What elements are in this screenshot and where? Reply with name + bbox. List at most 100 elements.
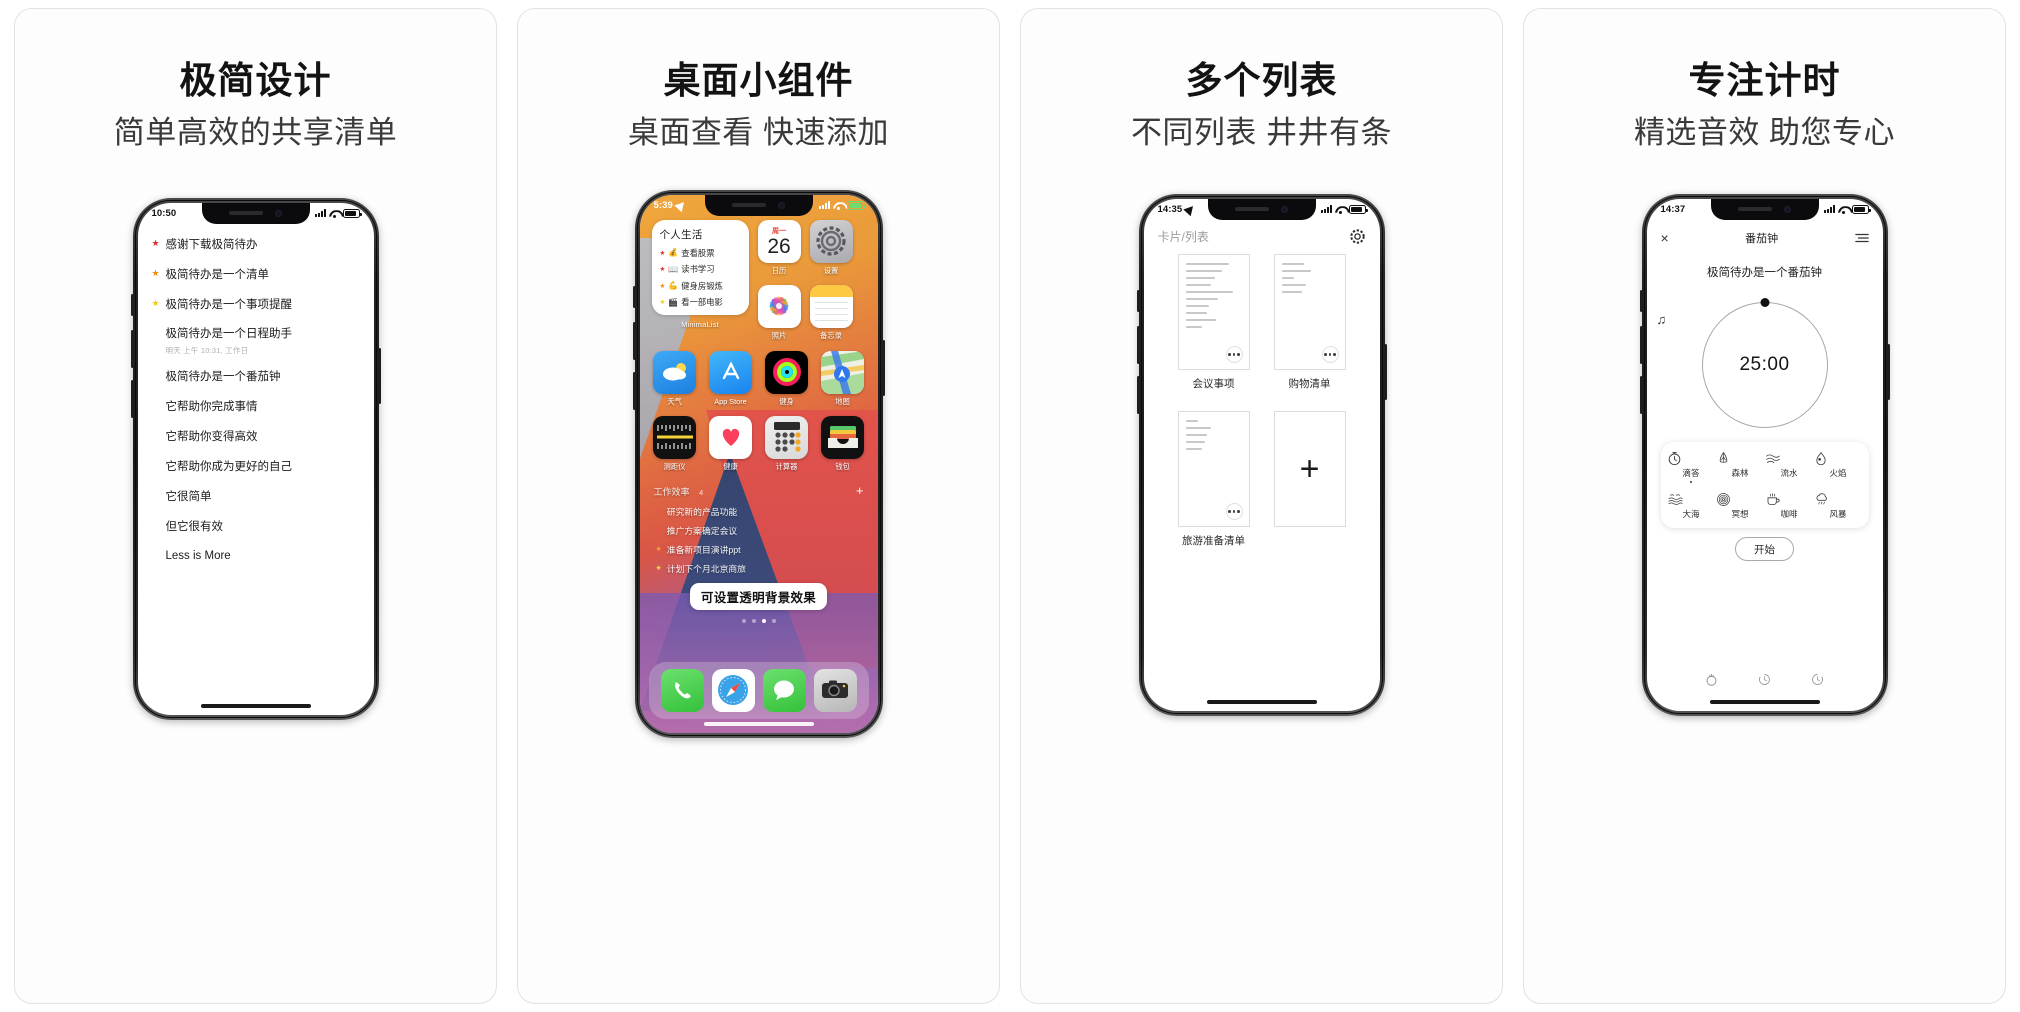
list-item[interactable]: ★ 极简待办是一个事项提醒 — [138, 295, 374, 314]
app-label: 测距仪 — [663, 461, 686, 471]
sound-option-stream[interactable]: 流水 — [1765, 451, 1814, 484]
view-switcher[interactable]: 卡片/列表 — [1158, 228, 1209, 245]
list-item[interactable]: ★ 但它很有效 — [138, 517, 374, 536]
list-item[interactable]: ★ 研究新的产品功能 — [652, 505, 866, 518]
wifi-icon — [1838, 205, 1849, 215]
close-icon[interactable]: × — [1661, 230, 1669, 246]
page-dots[interactable] — [652, 618, 866, 623]
more-options-icon[interactable] — [1225, 502, 1243, 520]
start-button[interactable]: 开始 — [1735, 537, 1794, 562]
camera-app-icon[interactable] — [813, 668, 857, 712]
sound-option-forest[interactable]: 森林 — [1716, 451, 1765, 484]
appstore-icon — [709, 350, 752, 394]
list-item[interactable]: ★ 准备新项目演讲ppt — [652, 543, 866, 556]
widget-item[interactable]: ★ 💪 健身房锻炼 — [660, 280, 741, 292]
sound-option-ticking[interactable]: 滴答 — [1667, 451, 1716, 484]
sound-option-meditation[interactable]: 冥想 — [1716, 492, 1765, 520]
timer-knob[interactable] — [1760, 298, 1769, 308]
app-label: 健康 — [723, 461, 738, 471]
add-icon[interactable]: + — [856, 484, 864, 497]
list-item[interactable]: ★ 极简待办是一个日程助手 明天 上午 10:31, 工作日 — [138, 324, 374, 356]
app-icon-calculator[interactable]: 计算器 — [765, 415, 808, 472]
star-icon: ★ — [659, 249, 666, 257]
list-item[interactable]: ★ 它很简单 — [138, 487, 374, 506]
widget-item[interactable]: ★ 💰 查看股票 — [660, 247, 741, 259]
tab-list[interactable]: 列表 — [1185, 230, 1209, 244]
card-preview[interactable] — [1177, 253, 1250, 370]
app-icon-fitness[interactable]: 健身 — [765, 350, 808, 407]
minimalist-widget[interactable]: 个人生活 ★ 💰 查看股票 ★ 📖 读书学习 ★ 💪 健身房锻炼 ★ 🎬 看一部… — [651, 219, 749, 316]
home-screen: 个人生活 ★ 💰 查看股票 ★ 📖 读书学习 ★ 💪 健身房锻炼 ★ 🎬 看一部… — [640, 216, 878, 623]
calculator-icon — [765, 415, 808, 459]
home-indicator[interactable] — [703, 721, 814, 726]
card-preview[interactable] — [1177, 410, 1250, 527]
messages-app-icon[interactable] — [762, 668, 806, 712]
safari-app-icon[interactable] — [711, 668, 755, 712]
clock-ccw-icon[interactable] — [1757, 672, 1772, 687]
list-card[interactable]: 购物清单 — [1273, 253, 1346, 391]
list-item[interactable]: ★ 感谢下载极简待办 — [138, 235, 374, 254]
widget-row: 个人生活 ★ 💰 查看股票 ★ 📖 读书学习 ★ 💪 健身房锻炼 ★ 🎬 看一部… — [651, 219, 866, 341]
app-icon-health[interactable]: 健康 — [709, 415, 752, 472]
star-icon: ★ — [655, 508, 662, 516]
list-item[interactable]: ★ 推广方案确定会议 — [652, 524, 866, 537]
app-icon-measure[interactable]: 测距仪 — [653, 415, 696, 472]
list-item[interactable]: ★ 极简待办是一个番茄钟 — [138, 367, 374, 386]
todo-text: 极简待办是一个番茄钟 — [165, 371, 281, 384]
phone-screen-3: 14:35 卡片/列表 会议事项 购物清单 旅游准备清单 + — [1143, 198, 1380, 711]
home-indicator[interactable] — [1709, 699, 1820, 704]
app-icon-wallet[interactable]: 钱包 — [821, 415, 864, 472]
phone-app-icon[interactable] — [660, 668, 704, 712]
tomato-icon[interactable] — [1704, 672, 1719, 687]
list-item[interactable]: ★ 计划下个月北京商旅 — [652, 562, 866, 575]
app-icon-notes[interactable]: 备忘录 — [809, 284, 853, 341]
tab-cards[interactable]: 卡片 — [1158, 230, 1182, 244]
history-icon[interactable] — [1810, 672, 1825, 687]
timer-dial[interactable]: 25:00 — [1701, 298, 1828, 428]
list-item[interactable]: ★ 极简待办是一个清单 — [138, 265, 374, 284]
app-label: 天气 — [667, 396, 682, 406]
coffee-cup-icon — [1765, 492, 1814, 507]
home-indicator[interactable] — [1206, 699, 1317, 704]
todo-list[interactable]: ★ 感谢下载极简待办 ★ 极简待办是一个清单 ★ 极简待办是一个事项提醒 ★ — [138, 224, 374, 565]
star-icon[interactable]: ★ — [152, 265, 161, 281]
sound-option-fire[interactable]: 火焰 — [1814, 451, 1863, 484]
app-icon-settings[interactable]: 设置 — [809, 219, 853, 276]
card-preview[interactable] — [1273, 253, 1346, 370]
list-item[interactable]: ★ 它帮助你完成事情 — [138, 397, 374, 416]
list-icon[interactable] — [1854, 232, 1869, 244]
sound-option-storm[interactable]: 风暴 — [1814, 492, 1863, 520]
more-options-icon[interactable] — [1225, 345, 1243, 363]
home-indicator[interactable] — [200, 703, 311, 708]
sound-option-coffee[interactable]: 咖啡 — [1765, 492, 1814, 520]
star-icon[interactable]: ★ — [152, 295, 161, 311]
app-icon-maps[interactable]: 地图 — [821, 350, 864, 407]
widget-item[interactable]: ★ 🎬 看一部电影 — [660, 296, 741, 308]
sound-option-ocean[interactable]: 大海 — [1667, 492, 1716, 520]
app-icon-calendar[interactable]: 周一 26 日历 — [757, 219, 801, 276]
gear-icon[interactable] — [1349, 228, 1366, 245]
transparent-widget-list[interactable]: ★ 研究新的产品功能 ★ 推广方案确定会议 ★ 准备新项目演讲ppt ★ 计划下… — [652, 505, 866, 575]
more-options-icon[interactable] — [1321, 345, 1339, 363]
star-icon[interactable]: ★ — [152, 235, 161, 251]
fitness-rings-icon — [765, 350, 808, 394]
app-icon-weather[interactable]: 天气 — [653, 350, 696, 407]
list-item[interactable]: ★ Less is More — [138, 546, 374, 565]
list-card[interactable]: 会议事项 — [1177, 253, 1250, 391]
add-list-card[interactable]: + — [1273, 410, 1346, 548]
sound-label: 火焰 — [1829, 467, 1847, 478]
todo-text: 极简待办是一个清单 — [165, 268, 270, 281]
list-card[interactable]: 旅游准备清单 — [1177, 410, 1250, 548]
calendar-icon: 周一 26 — [757, 219, 801, 263]
app-icon-photos[interactable]: 照片 — [757, 284, 801, 341]
app-icon-appstore[interactable]: App Store — [709, 350, 752, 407]
music-note-icon[interactable]: ♫ — [1657, 312, 1667, 327]
photos-icon — [757, 284, 801, 328]
widget-item[interactable]: ★ 📖 读书学习 — [660, 263, 741, 275]
list-item[interactable]: ★ 它帮助你成为更好的自己 — [138, 457, 374, 476]
wifi-icon — [1335, 205, 1346, 215]
phone-screen-2: 5:39 个人生活 ★ 💰 查看股票 ★ 📖 读书学习 ★ 💪 健身房锻炼 ★ … — [639, 194, 878, 733]
add-icon[interactable]: + — [1273, 410, 1346, 527]
timer-tab-bar — [1647, 672, 1883, 687]
list-item[interactable]: ★ 它帮助你变得高效 — [138, 427, 374, 446]
